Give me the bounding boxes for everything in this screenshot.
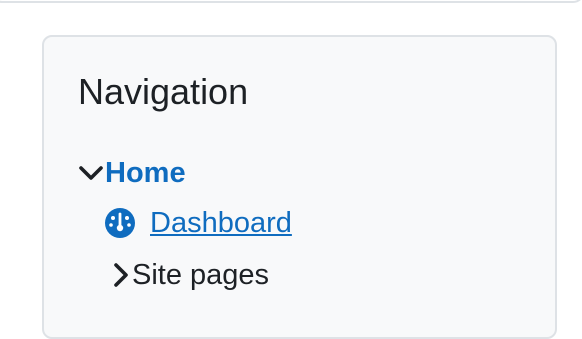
nav-item-dashboard[interactable]: Dashboard <box>104 205 292 241</box>
site-pages-label[interactable]: Site pages <box>132 259 269 292</box>
previous-block-bottom-edge <box>0 0 582 3</box>
dashboard-link[interactable]: Dashboard <box>150 207 292 240</box>
nav-item-home[interactable]: Home <box>78 155 186 191</box>
chevron-down-icon[interactable] <box>78 164 104 182</box>
navigation-title: Navigation <box>78 71 249 112</box>
navigation-block: Navigation Home Dashboard Site pages <box>42 35 557 339</box>
dashboard-gauge-icon <box>104 207 136 239</box>
nav-item-site-pages[interactable]: Site pages <box>112 257 269 293</box>
home-link[interactable]: Home <box>105 157 186 190</box>
chevron-right-icon[interactable] <box>112 261 130 289</box>
